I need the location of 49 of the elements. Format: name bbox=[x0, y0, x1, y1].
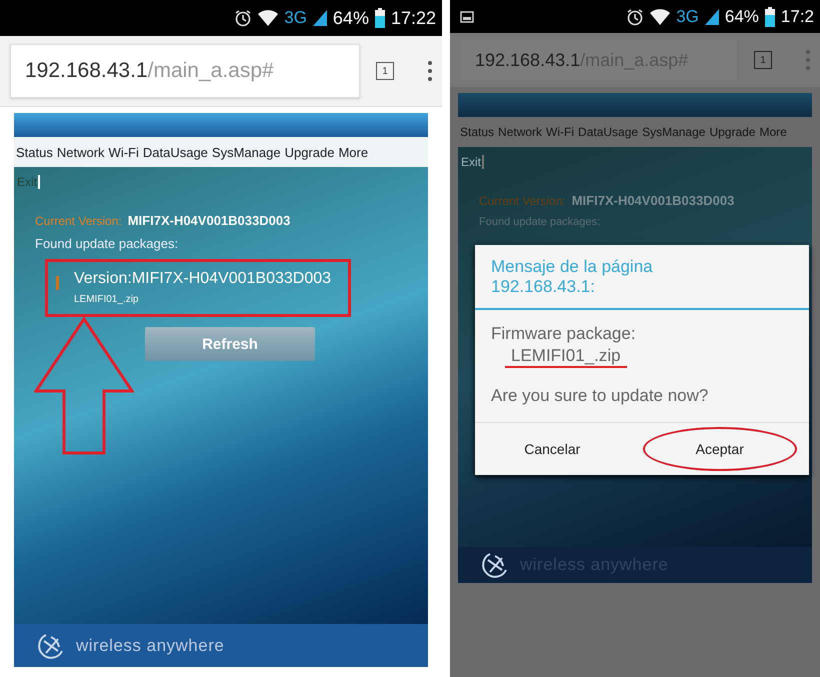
nav-link[interactable]: More bbox=[759, 125, 787, 139]
package-version: Version:MIFI7X-H04V001B033D003 bbox=[74, 270, 332, 288]
nav-link[interactable]: More bbox=[338, 144, 368, 160]
version-value: MIFI7X-H04V001B033D003 bbox=[572, 193, 734, 208]
nav-link[interactable]: Wi-Fi bbox=[108, 144, 139, 160]
nav-link[interactable]: Status bbox=[16, 144, 53, 160]
dialog-label: Firmware package: bbox=[491, 324, 637, 344]
menu-icon[interactable] bbox=[428, 61, 432, 81]
wifi-icon bbox=[650, 8, 670, 24]
network-type: 3G bbox=[284, 8, 307, 28]
clock: 17:22 bbox=[390, 8, 436, 28]
battery-percent: 64% bbox=[724, 6, 759, 26]
dialog-button[interactable]: Cancelar bbox=[475, 422, 630, 475]
found-label: Found update packages: bbox=[479, 216, 602, 228]
battery-percent: 64% bbox=[332, 8, 369, 28]
signal-icon bbox=[312, 10, 327, 26]
exit-link[interactable]: Exit bbox=[461, 155, 484, 169]
nav-link[interactable]: Network bbox=[56, 144, 105, 160]
wifi-icon bbox=[258, 10, 278, 26]
nav-link[interactable]: Status bbox=[460, 125, 494, 139]
battery-icon bbox=[374, 8, 385, 28]
version-label: Current Version: bbox=[35, 214, 122, 228]
tab-count[interactable]: 1 bbox=[754, 51, 772, 69]
clock: 17:2 bbox=[780, 6, 814, 26]
dialog-question: Are you sure to update now? bbox=[491, 386, 710, 406]
nav-link[interactable]: Upgrade bbox=[284, 144, 334, 160]
signal-icon bbox=[704, 8, 719, 24]
nav-link[interactable]: DataUsage bbox=[142, 144, 208, 160]
dialog-title: Mensaje de la página 192.168.43.1: bbox=[475, 245, 809, 310]
package-file: LEMIFI01_.zip bbox=[74, 294, 140, 305]
alarm-icon bbox=[234, 9, 252, 27]
battery-icon bbox=[764, 6, 775, 26]
nav-link[interactable]: SysManage bbox=[642, 125, 706, 139]
nav-link[interactable]: Network bbox=[498, 125, 542, 139]
tab-count[interactable]: 1 bbox=[376, 62, 394, 80]
found-label: Found update packages: bbox=[35, 236, 180, 251]
nav-link[interactable]: DataUsage bbox=[578, 125, 638, 139]
dialog-button[interactable]: Aceptar bbox=[642, 426, 797, 471]
nav-link[interactable]: SysManage bbox=[212, 144, 281, 160]
firmware-file: LEMIFI01_.zip bbox=[505, 346, 627, 368]
alarm-icon bbox=[626, 8, 644, 26]
nav-link[interactable]: Wi-Fi bbox=[546, 125, 574, 139]
notification-icon bbox=[460, 10, 474, 22]
version-value: MIFI7X-H04V001B033D003 bbox=[128, 213, 290, 228]
version-label: Current Version: bbox=[479, 194, 566, 208]
network-type: 3G bbox=[676, 6, 699, 26]
address-bar[interactable]: 192.168.43.1/main_a.asp# bbox=[10, 44, 360, 98]
footer-slogan: wireless anywhere bbox=[76, 636, 224, 656]
nav-link[interactable]: Upgrade bbox=[709, 125, 756, 139]
